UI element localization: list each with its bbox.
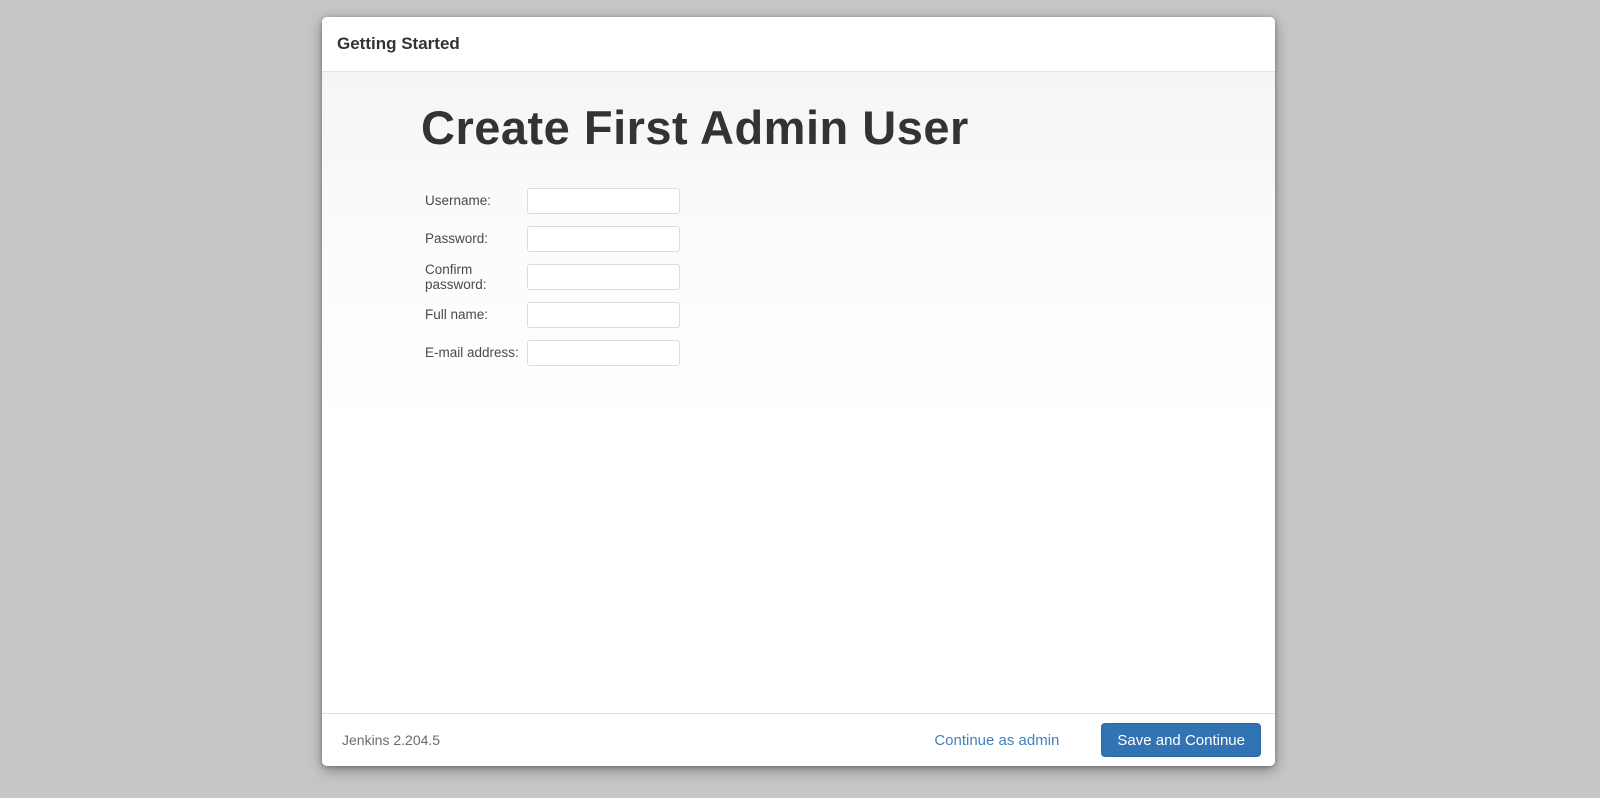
setup-wizard-dialog: Getting Started Create First Admin User … <box>322 17 1275 766</box>
form-row-username: Username: <box>421 187 1235 214</box>
password-label: Password: <box>421 231 527 246</box>
email-label: E-mail address: <box>421 345 527 360</box>
dialog-body: Create First Admin User Username: Passwo… <box>322 72 1275 713</box>
form-row-email: E-mail address: <box>421 339 1235 366</box>
page-title: Create First Admin User <box>421 104 1235 151</box>
jenkins-version-text: Jenkins 2.204.5 <box>342 732 440 748</box>
email-input[interactable] <box>527 340 680 366</box>
form-row-fullname: Full name: <box>421 301 1235 328</box>
continue-as-admin-link[interactable]: Continue as admin <box>934 732 1059 749</box>
dialog-footer: Jenkins 2.204.5 Continue as admin Save a… <box>322 713 1275 766</box>
confirm-password-input[interactable] <box>527 264 680 290</box>
dialog-title: Getting Started <box>337 34 460 54</box>
fullname-label: Full name: <box>421 307 527 322</box>
password-input[interactable] <box>527 226 680 252</box>
fullname-input[interactable] <box>527 302 680 328</box>
form-row-password: Password: <box>421 225 1235 252</box>
desktop-background: Getting Started Create First Admin User … <box>0 0 1600 798</box>
form-row-confirm-password: Confirm password: <box>421 263 1235 290</box>
dialog-header: Getting Started <box>322 17 1275 72</box>
username-input[interactable] <box>527 188 680 214</box>
admin-user-form: Username: Password: Confirm password: Fu… <box>421 187 1235 366</box>
username-label: Username: <box>421 193 527 208</box>
save-and-continue-button[interactable]: Save and Continue <box>1101 723 1261 757</box>
confirm-password-label: Confirm password: <box>421 262 527 292</box>
